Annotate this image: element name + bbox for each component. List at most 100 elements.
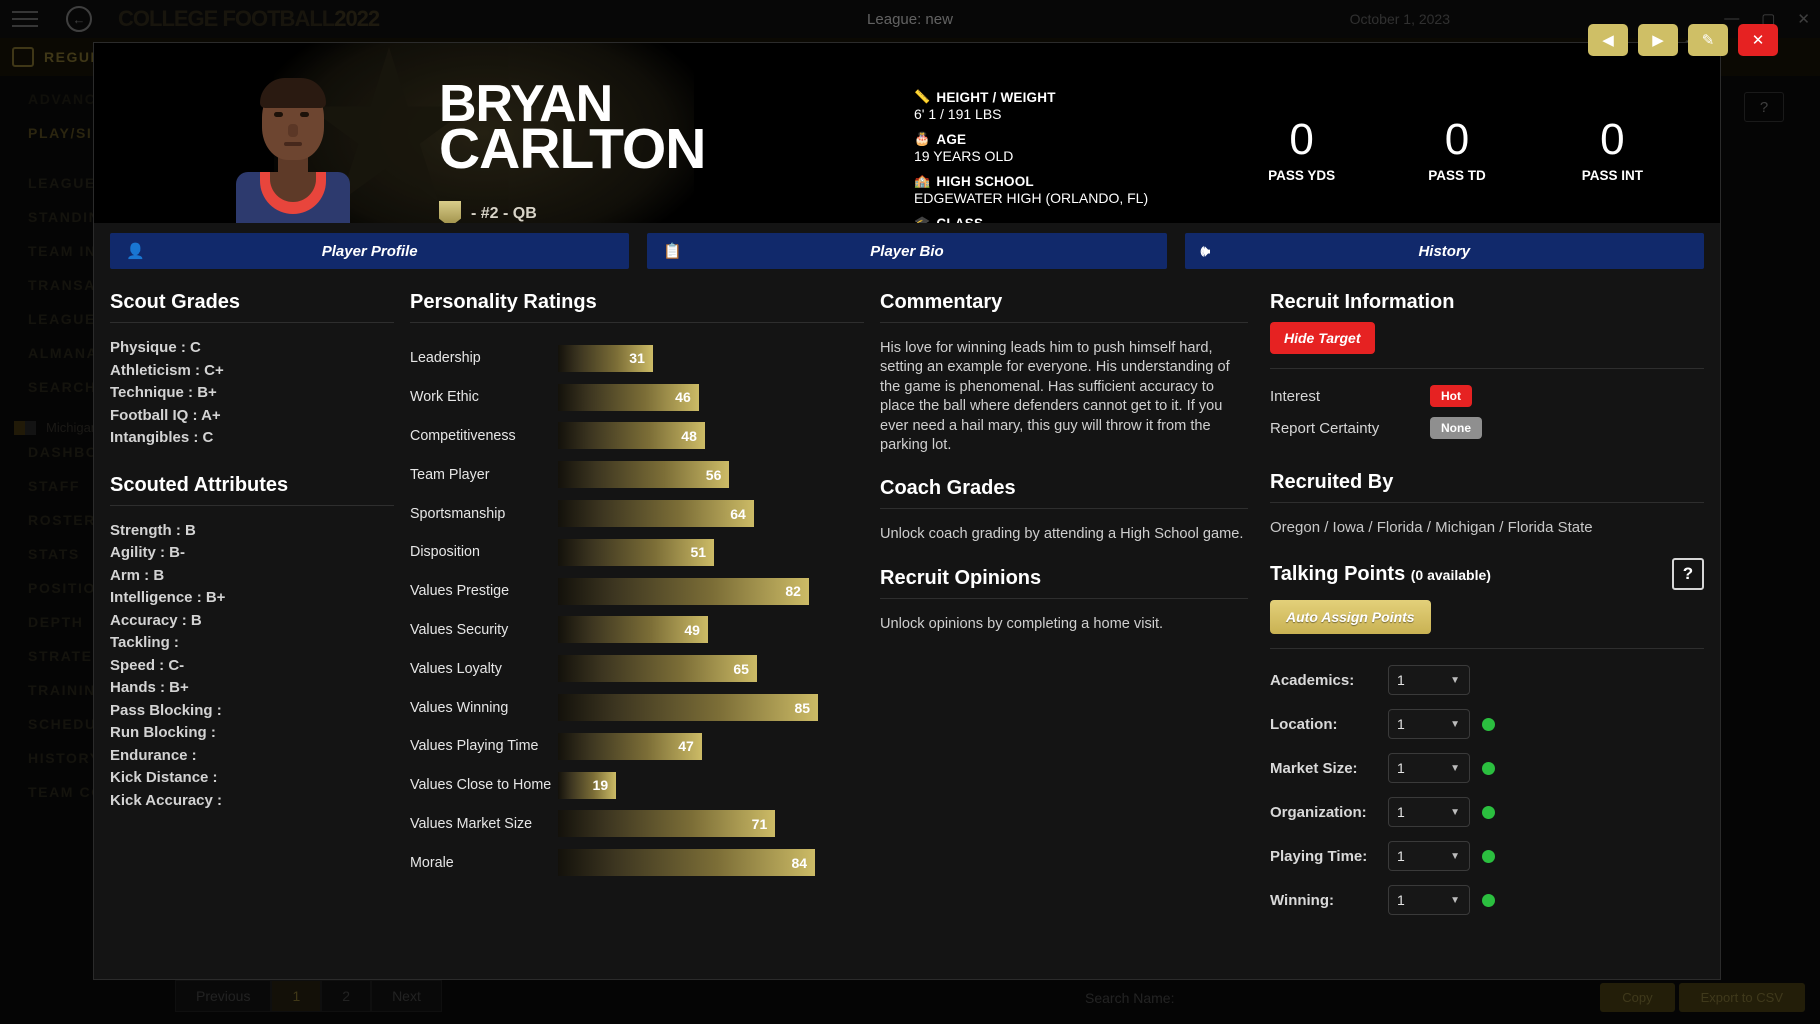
talking-point-select[interactable]: 1▼ [1388, 753, 1470, 783]
copy-button[interactable]: Copy [1600, 983, 1674, 1012]
next-player-button[interactable]: ▶ [1638, 24, 1678, 56]
bar-row: Values Loyalty65 [410, 649, 864, 688]
pagination-previous[interactable]: Previous [175, 980, 271, 1012]
ruler-icon: 📏 [914, 89, 930, 105]
attribute-item: Pass Blocking : [110, 702, 394, 719]
close-modal-button[interactable]: ✕ [1738, 24, 1778, 56]
bar-track: 51 [558, 539, 864, 566]
meta-label: HEIGHT / WEIGHT [936, 90, 1055, 105]
coach-grades-title: Coach Grades [880, 477, 1248, 500]
pagination-next[interactable]: Next [371, 980, 442, 1012]
bar-value: 47 [678, 738, 702, 754]
bar-value: 82 [785, 583, 809, 599]
talking-points-help-icon[interactable]: ? [1672, 558, 1704, 590]
talking-point-status-dot [1482, 762, 1495, 775]
tab-player-bio[interactable]: 📋 Player Bio [647, 233, 1166, 269]
stat-pass-yds: 0 PASS YDS [1224, 118, 1379, 183]
search-name-label: Search Name: [1085, 990, 1174, 1006]
personality-ratings-chart: Personality Ratings Leadership31Work Eth… [410, 291, 880, 929]
talking-point-row: Academics:1▼ [1270, 665, 1704, 695]
player-banner: BRYAN CARLTON - #2 - QB 📏HEIGHT / WEIGHT… [94, 43, 1720, 223]
stat-value: 0 [1379, 118, 1534, 162]
back-arrow-icon[interactable]: ← [66, 6, 92, 32]
pagination[interactable]: Previous 1 2 Next [175, 980, 442, 1012]
recruit-information-column: Recruit Information Hide Target Interest… [1270, 291, 1704, 929]
school-icon: 🏫 [914, 173, 930, 189]
scouted-attributes-title: Scouted Attributes [110, 474, 394, 497]
talking-point-row: Location:1▼ [1270, 709, 1704, 739]
tab-label: Player Profile [322, 243, 418, 260]
bar-fill: 46 [558, 384, 699, 411]
hide-target-button[interactable]: Hide Target [1270, 322, 1375, 354]
talking-point-row: Winning:1▼ [1270, 885, 1704, 915]
talking-point-select[interactable]: 1▼ [1388, 665, 1470, 695]
recruit-information-title: Recruit Information [1270, 291, 1704, 314]
talking-points-title-text: Talking Points [1270, 563, 1405, 585]
bar-row: Disposition51 [410, 533, 864, 572]
report-certainty-row: Report Certainty None [1270, 417, 1704, 439]
auto-assign-points-button[interactable]: Auto Assign Points [1270, 600, 1431, 634]
recruited-by-schools: Oregon / Iowa / Florida / Michigan / Flo… [1270, 519, 1704, 536]
tab-player-profile[interactable]: 👤 Player Profile [110, 233, 629, 269]
talking-points-header: Talking Points (0 available) ? [1270, 558, 1704, 590]
meta-label: AGE [936, 132, 966, 147]
recruit-opinions-title: Recruit Opinions [880, 567, 1248, 590]
bar-value: 85 [795, 700, 819, 716]
bar-value: 56 [706, 467, 730, 483]
commentary-text: His love for winning leads him to push h… [880, 339, 1248, 455]
personality-ratings-title: Personality Ratings [410, 291, 864, 314]
pagination-page-2[interactable]: 2 [321, 980, 371, 1012]
bar-label: Disposition [410, 544, 558, 560]
divider [410, 322, 864, 323]
profile-tabs: 👤 Player Profile 📋 Player Bio 🕪 History [94, 223, 1720, 269]
talking-point-label: Playing Time: [1270, 848, 1388, 865]
talking-point-select[interactable]: 1▼ [1388, 841, 1470, 871]
export-csv-button[interactable]: Export to CSV [1679, 983, 1805, 1012]
chevron-down-icon: ▼ [1450, 895, 1460, 906]
attribute-item: Accuracy : B [110, 612, 394, 629]
bar-fill: 49 [558, 616, 708, 643]
attribute-item: Tackling : [110, 634, 394, 651]
commentary-title: Commentary [880, 291, 1248, 314]
background-help-icon[interactable]: ? [1744, 92, 1784, 122]
meta-value: EDGEWATER HIGH (ORLANDO, FL) [914, 190, 1148, 206]
bar-label: Values Playing Time [410, 738, 558, 754]
bar-row: Values Security49 [410, 611, 864, 650]
close-window-icon[interactable]: ✕ [1797, 10, 1810, 28]
player-number-position-text: - #2 - QB [471, 205, 537, 223]
chevron-down-icon: ▼ [1450, 719, 1460, 730]
chevron-down-icon: ▼ [1450, 807, 1460, 818]
bar-track: 49 [558, 616, 864, 643]
hamburger-menu-icon[interactable] [8, 6, 42, 32]
bar-value: 84 [791, 855, 815, 871]
scout-grades-title: Scout Grades [110, 291, 394, 314]
tab-history[interactable]: 🕪 History [1185, 233, 1704, 269]
meta-value: 19 YEARS OLD [914, 148, 1148, 164]
talking-point-select[interactable]: 1▼ [1388, 885, 1470, 915]
divider [880, 598, 1248, 599]
meta-label: CLASS [936, 216, 983, 224]
scout-grade-item: Athleticism : C+ [110, 362, 394, 379]
divider [880, 508, 1248, 509]
scout-grade-item: Football IQ : A+ [110, 407, 394, 424]
bar-row: Values Close to Home19 [410, 766, 864, 805]
bar-track: 19 [558, 772, 864, 799]
talking-point-label: Organization: [1270, 804, 1388, 821]
attribute-item: Endurance : [110, 747, 394, 764]
stat-label: PASS TD [1379, 168, 1534, 183]
divider [110, 322, 394, 323]
team-logo-icon [14, 421, 36, 435]
pagination-page-1[interactable]: 1 [271, 980, 321, 1012]
bar-fill: 48 [558, 422, 705, 449]
talking-point-value: 1 [1397, 760, 1405, 776]
talking-point-select[interactable]: 1▼ [1388, 797, 1470, 827]
bar-row: Values Prestige82 [410, 572, 864, 611]
previous-player-button[interactable]: ◀ [1588, 24, 1628, 56]
talking-point-select[interactable]: 1▼ [1388, 709, 1470, 739]
edit-player-button[interactable]: ✎ [1688, 24, 1728, 56]
player-headshot [232, 76, 354, 223]
attribute-item: Hands : B+ [110, 679, 394, 696]
divider [1270, 368, 1704, 369]
bar-label: Values Loyalty [410, 661, 558, 677]
bar-value: 46 [675, 389, 699, 405]
